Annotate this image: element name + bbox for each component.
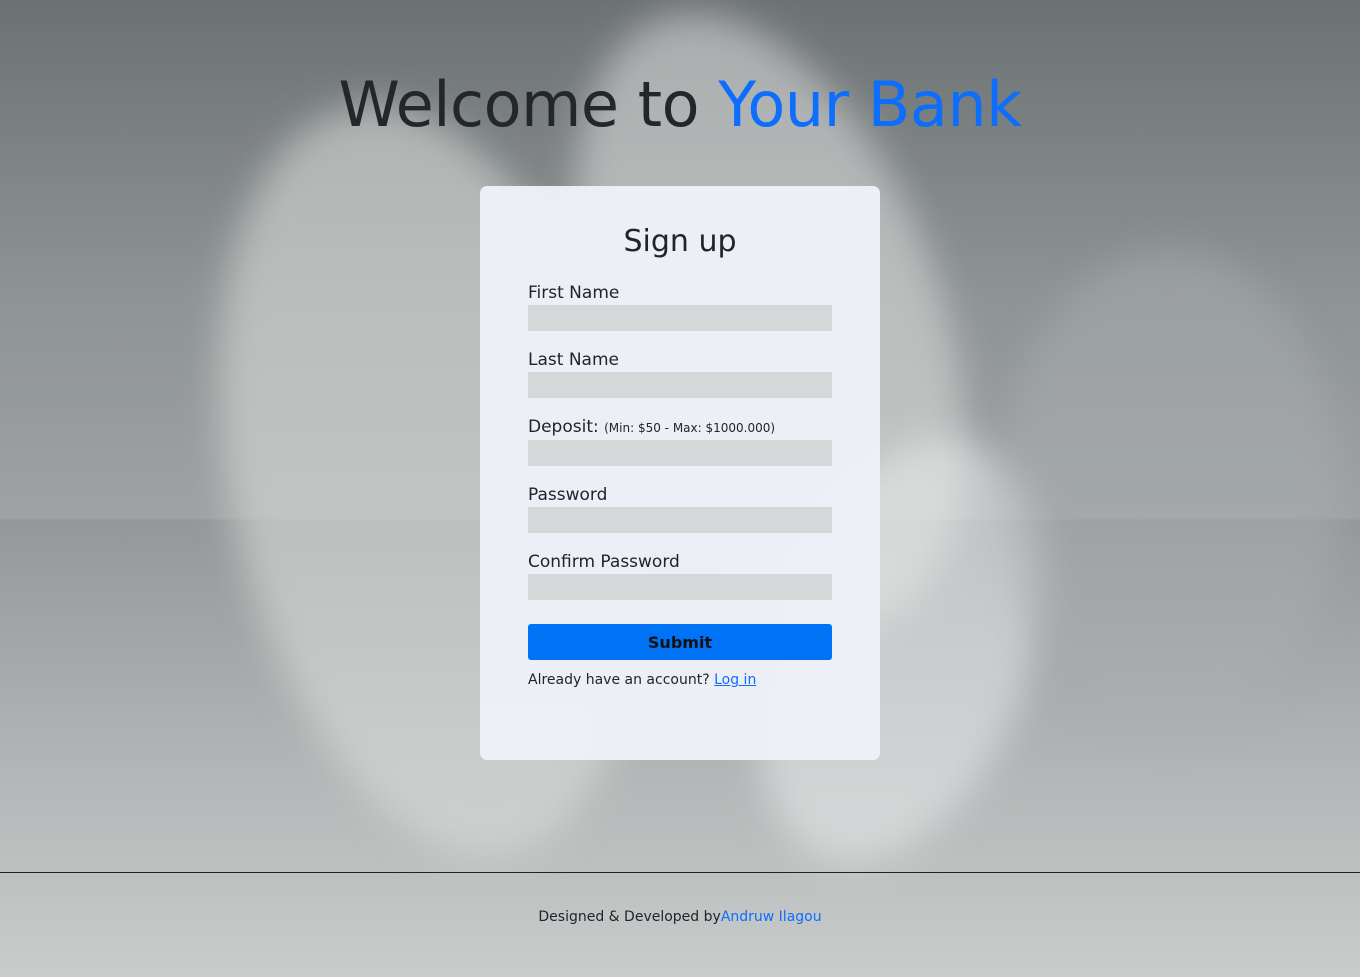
first-name-group: First Name — [528, 281, 832, 331]
deposit-label-row: Deposit: (Min: $50 - Max: $1000.000) — [528, 415, 832, 440]
signup-card: Sign up First Name Last Name Deposit: (M… — [480, 186, 880, 760]
title-accent: Your Bank — [718, 68, 1022, 141]
page-title: Welcome to Your Bank — [0, 68, 1360, 141]
confirm-password-group: Confirm Password — [528, 550, 832, 600]
form-title: Sign up — [623, 224, 737, 259]
submit-button[interactable]: Submit — [528, 624, 832, 660]
title-prefix: Welcome to — [338, 68, 719, 141]
confirm-password-label: Confirm Password — [528, 552, 680, 572]
password-group: Password — [528, 483, 832, 533]
author-link[interactable]: Andruw Ilagou — [721, 909, 822, 925]
last-name-input[interactable] — [528, 372, 832, 398]
footer: Designed & Developed byAndruw Ilagou — [0, 908, 1360, 926]
footer-text: Designed & Developed by — [538, 909, 721, 925]
deposit-input[interactable] — [528, 440, 832, 466]
password-input[interactable] — [528, 507, 832, 533]
first-name-input[interactable] — [528, 305, 832, 331]
background-wave — [1000, 250, 1340, 730]
footer-divider — [0, 872, 1360, 873]
login-link[interactable]: Log in — [714, 672, 756, 688]
deposit-group: Deposit: (Min: $50 - Max: $1000.000) — [528, 415, 832, 466]
first-name-label: First Name — [528, 283, 620, 303]
last-name-group: Last Name — [528, 348, 832, 398]
last-name-label: Last Name — [528, 350, 619, 370]
confirm-password-input[interactable] — [528, 574, 832, 600]
deposit-label: Deposit: — [528, 417, 599, 437]
login-prompt-row: Already have an account? Log in — [528, 672, 832, 688]
password-label: Password — [528, 485, 608, 505]
login-prompt: Already have an account? — [528, 672, 710, 688]
deposit-hint: (Min: $50 - Max: $1000.000) — [604, 421, 776, 435]
